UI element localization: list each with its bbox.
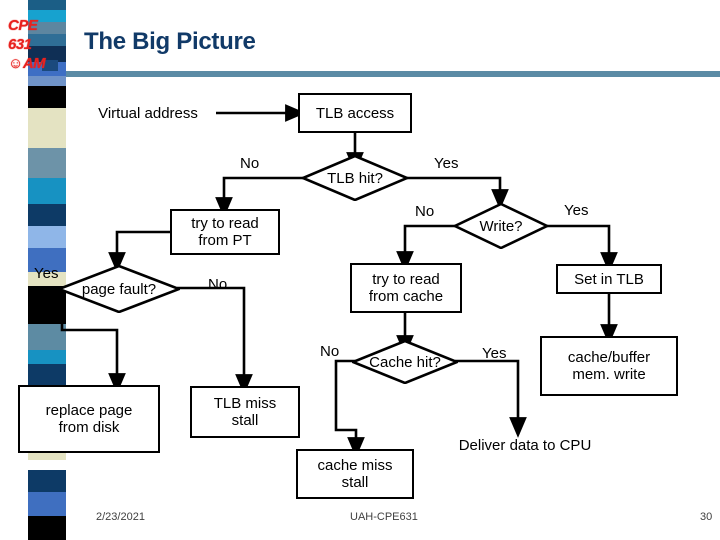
- footer-page-number: 30: [700, 511, 713, 523]
- node-cache-hit-label: Cache hit?: [369, 353, 441, 371]
- node-virtual-address: Virtual address: [98, 104, 198, 122]
- edge-label-cache-hit-no: No: [320, 343, 340, 360]
- edge-label-write-yes: Yes: [564, 202, 589, 219]
- node-tlb-miss-stall-line1: TLB miss: [213, 395, 277, 412]
- node-try-read-cache-line2: from cache: [368, 288, 444, 305]
- edge-label-tlb-hit-yes: Yes: [434, 155, 459, 172]
- footer-date: 2/23/2021: [96, 511, 145, 523]
- footer-course-label: UAH-CPE631: [350, 511, 418, 523]
- node-cache-buffer-line1: cache/buffer: [567, 349, 651, 366]
- node-write-label: Write?: [479, 217, 523, 235]
- node-try-read-pt: try to read from PT: [170, 209, 280, 255]
- node-tlb-miss-stall: TLB miss stall: [190, 386, 300, 438]
- edge-label-page-fault-no: No: [208, 276, 228, 293]
- node-try-read-cache-line1: try to read: [372, 271, 440, 288]
- node-try-read-pt-line2: from PT: [198, 232, 252, 249]
- node-cache-buffer-line2: mem. write: [572, 366, 646, 383]
- edge-label-cache-hit-yes: Yes: [482, 345, 507, 362]
- node-tlb-hit: TLB hit?: [302, 155, 408, 201]
- node-cache-buffer-mem-write: cache/buffer mem. write: [540, 336, 678, 396]
- node-tlb-access: TLB access: [298, 93, 412, 133]
- edge-label-tlb-hit-no: No: [240, 155, 260, 172]
- node-set-in-tlb: Set in TLB: [556, 264, 662, 294]
- node-try-read-pt-line1: try to read: [191, 215, 259, 232]
- node-page-fault-label: page fault?: [81, 280, 157, 298]
- node-deliver-data-to-cpu: Deliver data to CPU: [458, 436, 592, 454]
- node-replace-page-line2: from disk: [58, 419, 120, 436]
- node-replace-page: replace page from disk: [18, 385, 160, 453]
- edge-label-write-no: No: [415, 203, 435, 220]
- node-cache-miss-stall: cache miss stall: [296, 449, 414, 499]
- node-tlb-miss-stall-line2: stall: [231, 412, 259, 429]
- node-write: Write?: [454, 203, 548, 249]
- node-cache-miss-stall-line1: cache miss: [317, 457, 393, 474]
- node-try-read-cache: try to read from cache: [350, 263, 462, 313]
- node-page-fault: page fault?: [58, 265, 180, 313]
- node-tlb-hit-label: TLB hit?: [327, 169, 383, 187]
- node-replace-page-line1: replace page: [45, 402, 133, 419]
- node-cache-miss-stall-line2: stall: [341, 474, 369, 491]
- slide-canvas: CPE 631 ☺AM The Big Picture Virtual addr…: [0, 0, 720, 540]
- node-cache-hit: Cache hit?: [352, 340, 458, 384]
- edge-label-page-fault-yes: Yes: [34, 265, 59, 282]
